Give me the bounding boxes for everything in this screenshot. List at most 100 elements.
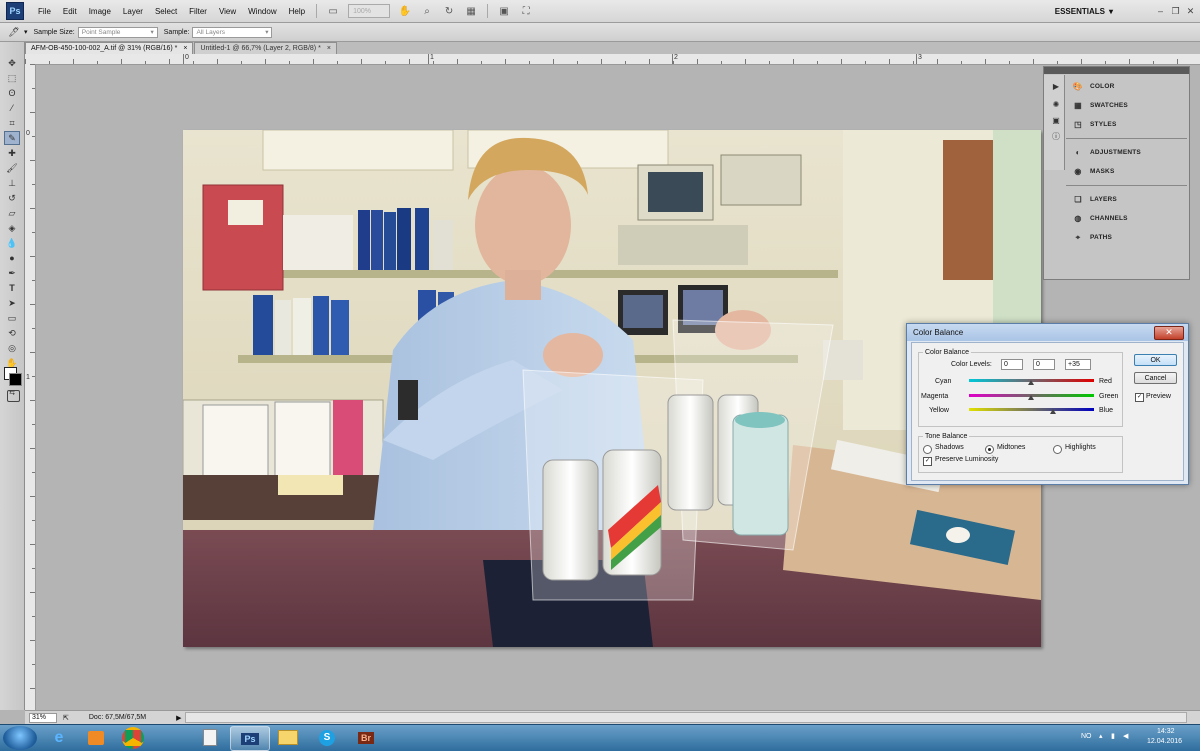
folder-icon[interactable] [269,726,307,749]
type-tool-icon[interactable]: T [4,281,20,295]
cyan-red-level-input[interactable]: 0 [1001,359,1023,370]
photoshop-icon[interactable]: Ps [230,726,270,751]
brush-tool-icon[interactable]: 🖌 [4,161,20,175]
play-actions-icon[interactable]: ▶ [1050,81,1062,91]
cancel-button[interactable]: Cancel [1134,372,1177,384]
panel-adjustments[interactable]: ◐ ADJUSTMENTS [1066,143,1187,162]
start-button[interactable] [3,726,37,750]
close-icon[interactable]: ✕ [1185,6,1196,17]
close-icon[interactable]: × [327,45,331,52]
lasso-tool-icon[interactable]: ʘ [4,86,20,100]
eraser-tool-icon[interactable]: ▱ [4,206,20,220]
workspace-switcher[interactable]: ESSENTIALS ▾ [1055,7,1113,16]
tray-arrow-icon[interactable]: ▴ [1099,732,1103,740]
chevron-down-icon[interactable]: ▾ [24,28,28,36]
input-language[interactable]: NO [1081,733,1092,740]
close-icon[interactable]: ✕ [1154,325,1184,340]
eyedropper-preset-icon[interactable]: 🖊 [6,25,22,39]
sample-size-select[interactable]: Point Sample ▾ [77,26,158,38]
restore-icon[interactable]: ❐ [1170,6,1181,17]
minimize-icon[interactable]: – [1155,6,1166,17]
dodge-tool-icon[interactable]: ● [4,251,20,265]
tab-document-1[interactable]: AFM-OB-450-100-002_A.tif @ 31% (RGB/16) … [25,42,194,54]
eyedropper-tool-icon[interactable]: ✎ [4,131,20,145]
3d-rotate-tool-icon[interactable]: ⟲ [4,326,20,340]
panel-color[interactable]: 🎨 COLOR [1066,77,1187,96]
horizontal-scrollbar[interactable] [185,712,1188,723]
quick-mask-icon[interactable] [7,390,20,402]
network-icon[interactable]: ▮ [1111,732,1115,740]
yellow-blue-slider[interactable] [969,408,1094,414]
clock-time[interactable]: 14:32 [1157,728,1175,735]
ok-button[interactable]: OK [1134,354,1177,366]
slider-thumb[interactable] [1050,409,1056,414]
hand-tool-icon[interactable]: ✋ [397,4,413,18]
panel-styles[interactable]: ◳ STYLES [1066,115,1187,134]
magenta-green-slider[interactable] [969,394,1094,400]
zoom-tool-icon[interactable]: ⌕ [419,4,435,18]
document-icon[interactable] [191,726,229,749]
navigator-icon[interactable]: ▣ [1050,115,1062,125]
menu-window[interactable]: Window [242,7,282,16]
history-brush-tool-icon[interactable]: ↺ [4,191,20,205]
brush-presets-icon[interactable]: ✺ [1050,99,1062,109]
tab-document-2[interactable]: Untitled-1 @ 66,7% (Layer 2, RGB/8) * × [194,42,337,54]
clone-stamp-tool-icon[interactable]: ⊥ [4,176,20,190]
clock-date[interactable]: 12.04.2016 [1147,738,1182,745]
close-icon[interactable]: × [183,45,187,52]
screen-mode-toggle-icon[interactable]: ⛶ [518,4,534,18]
3d-orbit-tool-icon[interactable]: ◎ [4,341,20,355]
export-icon[interactable]: ⇱ [63,714,69,722]
rotate-view-icon[interactable]: ↻ [441,4,457,18]
move-tool-icon[interactable]: ✥ [4,56,20,70]
healing-brush-tool-icon[interactable]: ✚ [4,146,20,160]
panel-header[interactable] [1044,67,1189,74]
blur-tool-icon[interactable]: 💧 [4,236,20,250]
paint-bucket-tool-icon[interactable]: ◈ [4,221,20,235]
panel-layers[interactable]: ❏ LAYERS [1066,190,1187,209]
magenta-green-level-input[interactable]: 0 [1033,359,1055,370]
zoom-field[interactable]: 31% [29,712,57,723]
info-icon[interactable]: ⓘ [1050,131,1062,141]
marquee-tool-icon[interactable]: ⬚ [4,71,20,85]
midtones-radio[interactable] [985,445,994,454]
panel-swatches[interactable]: ▦ SWATCHES [1066,96,1187,115]
menu-layer[interactable]: Layer [117,7,149,16]
zoom-level-field[interactable]: 100% [348,4,391,18]
yellow-blue-level-input[interactable]: +35 [1065,359,1091,370]
crop-tool-icon[interactable]: ⌗ [4,116,20,130]
chrome-icon[interactable] [114,726,152,749]
dialog-title-bar[interactable]: Color Balance ✕ [907,324,1188,341]
preview-checkbox[interactable]: ✓ [1135,393,1144,402]
ie-icon[interactable]: e [40,726,78,749]
menu-file[interactable]: File [32,7,57,16]
slider-thumb[interactable] [1028,380,1034,385]
menu-image[interactable]: Image [83,7,117,16]
cyan-red-slider[interactable] [969,379,1094,385]
menu-edit[interactable]: Edit [57,7,83,16]
highlights-radio[interactable] [1053,445,1062,454]
shadows-radio[interactable] [923,445,932,454]
shape-tool-icon[interactable]: ▭ [4,311,20,325]
media-player-icon[interactable] [77,726,115,749]
menu-help[interactable]: Help [283,7,311,16]
panel-channels[interactable]: ◍ CHANNELS [1066,209,1187,228]
quick-select-tool-icon[interactable]: ⁄ [4,101,20,115]
menu-view[interactable]: View [213,7,242,16]
panel-masks[interactable]: ◉ MASKS [1066,162,1187,181]
arrange-documents-icon[interactable]: ▣ [496,4,512,18]
chevron-right-icon[interactable]: ▶ [176,714,181,722]
slider-thumb[interactable] [1028,395,1034,400]
sample-select[interactable]: All Layers ▾ [192,26,273,38]
pen-tool-icon[interactable]: ✒ [4,266,20,280]
menu-select[interactable]: Select [149,7,183,16]
background-color-swatch[interactable] [9,373,22,386]
skype-icon[interactable]: S [308,726,346,749]
grid-icon[interactable]: ▦ [463,4,479,18]
panel-paths[interactable]: ⌖ PATHS [1066,228,1187,247]
bridge-icon[interactable]: Br [347,726,385,749]
menu-filter[interactable]: Filter [183,7,213,16]
preserve-luminosity-checkbox[interactable]: ✓ [923,457,932,466]
screen-mode-icon[interactable]: ▭ [325,4,341,18]
volume-icon[interactable]: ◀ [1123,732,1128,740]
